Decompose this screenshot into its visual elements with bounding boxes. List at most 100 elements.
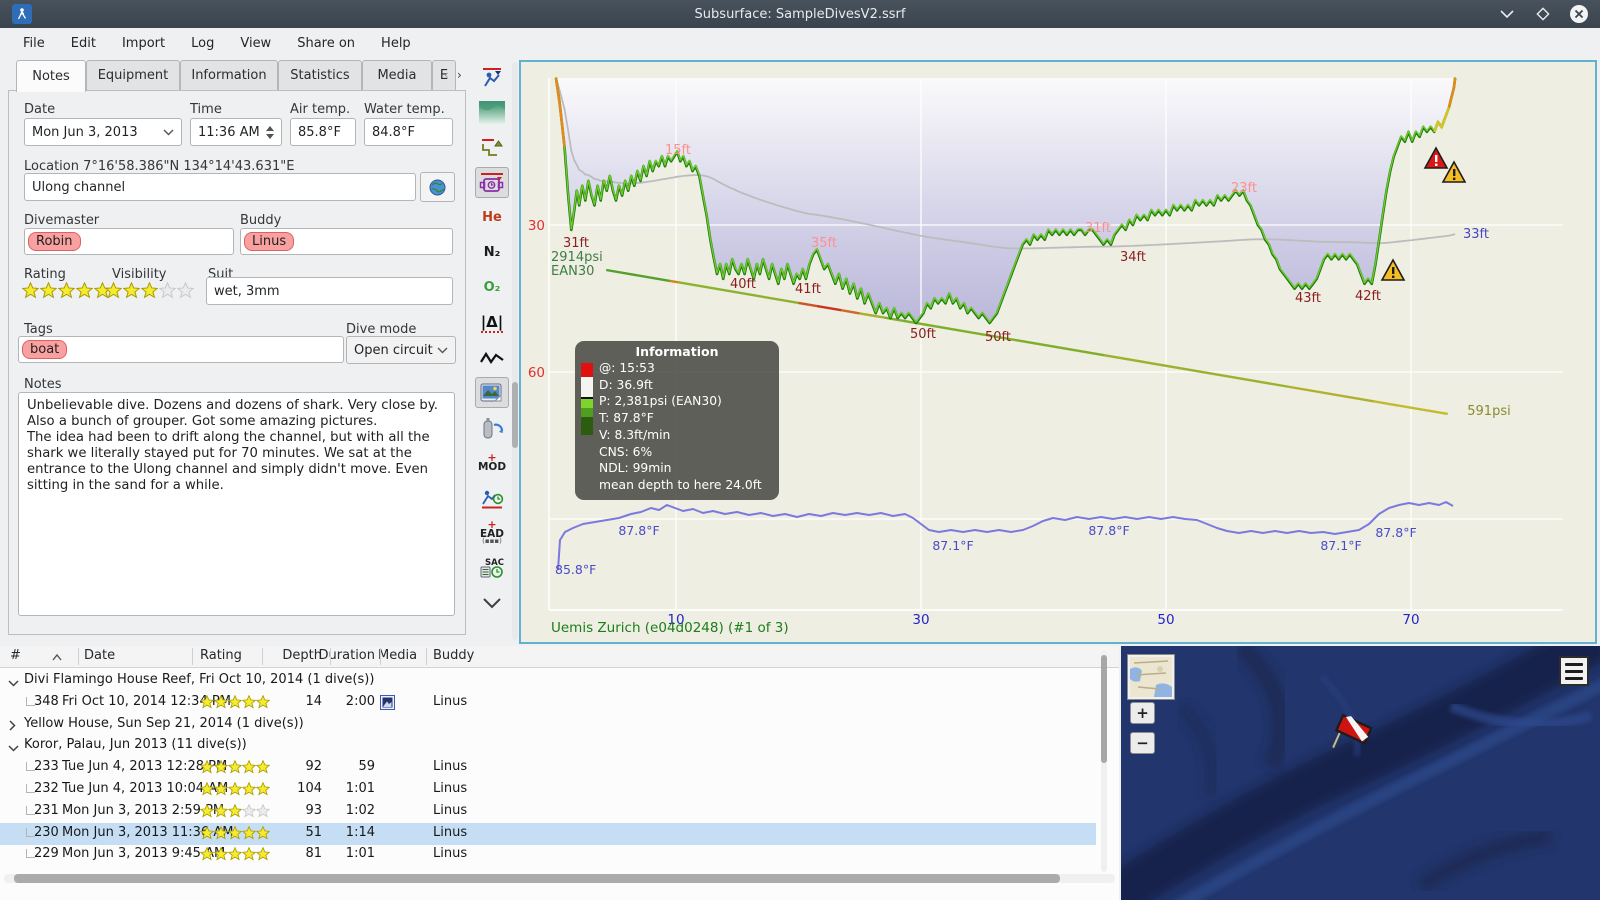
expand-icon[interactable] [8, 720, 16, 735]
minimap-toggle[interactable] [1127, 654, 1175, 700]
menu-view[interactable]: View [229, 32, 282, 55]
tab-media[interactable]: Media [362, 60, 432, 90]
dive-mode-select[interactable]: Open circuit [346, 336, 456, 364]
toolbar-mod-button[interactable]: + MOD [475, 447, 509, 478]
map-zoom-in-button[interactable]: + [1130, 702, 1155, 724]
buddy-input[interactable]: Linus [240, 228, 453, 255]
column-header-buddy[interactable]: Buddy [433, 648, 474, 663]
toolbar-scrollbar[interactable] [512, 62, 518, 640]
toolbar-sac-button[interactable]: SAC [475, 552, 509, 583]
divemaster-input[interactable]: Robin [24, 228, 234, 255]
column-separator[interactable] [262, 648, 263, 665]
column-header-depth[interactable]: Depth [282, 648, 322, 663]
dive-row[interactable]: 230 Mon Jun 3, 2013 11:36 AM 51 1:14 Linus [0, 822, 1096, 845]
menu-edit[interactable]: Edit [60, 32, 107, 55]
star-icon[interactable] [122, 281, 141, 303]
visibility-stars[interactable] [104, 281, 195, 303]
divemaster-tag[interactable]: Robin [28, 232, 81, 251]
suit-input[interactable]: wet, 3mm [206, 277, 453, 305]
toolbar-ead-button[interactable]: + EAD (▪▪▪) [475, 517, 509, 548]
dive-list-header[interactable]: # Date Rating Depth Duration Media Buddy [0, 646, 1119, 668]
minimize-button[interactable] [1496, 3, 1518, 25]
column-separator[interactable] [192, 648, 193, 665]
dive-row[interactable]: 231 Mon Jun 3, 2013 2:59 PM 93 1:02 Linus [0, 801, 1096, 823]
star-icon[interactable] [158, 281, 177, 303]
menu-import[interactable]: Import [111, 32, 176, 55]
toolbar-dc-ceiling-button[interactable] [475, 167, 509, 198]
star-icon[interactable] [39, 281, 58, 303]
toolbar-calculated-ceiling-button[interactable] [475, 132, 509, 163]
toolbar-scrollbar-thumb[interactable] [512, 382, 518, 448]
toolbar-pp-helium-button[interactable]: He [475, 202, 509, 233]
dive-row[interactable]: 229 Mon Jun 3, 2013 9:45 AM 81 1:01 Linus [0, 844, 1096, 866]
collapse-icon[interactable] [8, 741, 19, 756]
toolbar-pp-oxygen-button[interactable]: O₂ [475, 272, 509, 303]
buddy-tag[interactable]: Linus [244, 232, 295, 251]
column-header-duration[interactable]: Duration [319, 648, 375, 663]
dive-row[interactable]: 233 Tue Jun 4, 2013 12:28 PM 92 59 Linus [0, 757, 1096, 779]
location-input[interactable]: Ulong channel [24, 173, 416, 201]
collapse-icon[interactable] [8, 676, 19, 691]
star-icon[interactable] [140, 281, 159, 303]
tab-scroll-left[interactable]: ‹ [444, 68, 449, 82]
toolbar-shade-water-button[interactable] [475, 97, 509, 128]
notes-textarea[interactable]: Unbelievable dive. Dozens and dozens of … [18, 392, 455, 616]
star-icon[interactable] [176, 281, 195, 303]
trip-row[interactable]: Divi Flamingo House Reef, Fri Oct 10, 20… [0, 670, 1096, 692]
dive-row[interactable]: 348 Fri Oct 10, 2014 12:34 PM 14 2:00 Linus [0, 692, 1096, 714]
time-spinner[interactable]: 11:36 AM [190, 118, 282, 146]
date-combobox[interactable]: Mon Jun 3, 2013 [24, 118, 182, 146]
vertical-scrollbar-thumb[interactable] [1101, 655, 1107, 763]
column-separator[interactable] [78, 648, 79, 665]
tab-equipment[interactable]: Equipment [86, 60, 180, 90]
dive-site-flag-marker[interactable] [1326, 708, 1378, 764]
column-separator[interactable] [330, 648, 331, 665]
tab-notes[interactable]: Notes [16, 60, 86, 92]
toolbar-scroll-down-button[interactable] [475, 587, 509, 618]
menu-share-on[interactable]: Share on [286, 32, 366, 55]
toolbar-dive-events-button[interactable] [475, 62, 509, 93]
mod-icon: + MOD [477, 451, 507, 473]
toolbar-heart-rate-button[interactable] [475, 342, 509, 373]
star-icon[interactable] [104, 281, 123, 303]
column-header-rating[interactable]: Rating [200, 648, 242, 663]
map-menu-button[interactable] [1559, 656, 1589, 686]
horizontal-scrollbar-thumb[interactable] [14, 874, 1060, 883]
menu-log[interactable]: Log [180, 32, 225, 55]
tab-statistics[interactable]: Statistics [278, 60, 362, 90]
toolbar-ruler-button[interactable]: |Δ| [475, 307, 509, 338]
air-temp-field[interactable]: 85.8°F [290, 118, 356, 146]
toolbar-pp-nitrogen-button[interactable]: N₂ [475, 237, 509, 268]
dive-list-vertical-scrollbar[interactable] [1101, 650, 1107, 872]
column-header-media[interactable]: Media [378, 648, 417, 663]
star-icon[interactable] [21, 281, 40, 303]
toolbar-tank-bar-button[interactable] [475, 412, 509, 443]
map-zoom-out-button[interactable]: − [1130, 732, 1155, 754]
map-panel[interactable]: + − [1121, 646, 1600, 900]
menu-file[interactable]: File [12, 32, 56, 55]
tab-information[interactable]: Information [180, 60, 278, 90]
column-separator[interactable] [426, 648, 427, 665]
toolbar-ndl-tts-button[interactable] [475, 482, 509, 513]
column-separator[interactable] [380, 648, 381, 665]
water-temp-field[interactable]: 84.8°F [364, 118, 453, 146]
menu-help[interactable]: Help [370, 32, 422, 55]
spinner-arrows-icon[interactable] [266, 125, 274, 139]
toolbar-photos-button[interactable] [475, 377, 509, 408]
column-header-date[interactable]: Date [84, 648, 115, 663]
column-header-num[interactable]: # [10, 648, 21, 663]
tag-boat[interactable]: boat [22, 340, 68, 359]
trip-row[interactable]: Yellow House, Sun Sep 21, 2014 (1 dive(s… [0, 714, 1096, 736]
tags-input[interactable]: boat [18, 336, 344, 363]
star-icon[interactable] [75, 281, 94, 303]
tab-scroll-right[interactable]: › [457, 68, 462, 82]
maximize-button[interactable] [1532, 3, 1554, 25]
trip-row[interactable]: Koror, Palau, Jun 2013 (11 dive(s)) [0, 735, 1096, 757]
globe-button[interactable] [420, 172, 455, 202]
media-icon[interactable] [380, 694, 395, 714]
close-button[interactable] [1568, 3, 1590, 25]
rating-stars[interactable] [21, 281, 112, 303]
dive-list-horizontal-scrollbar[interactable] [4, 874, 1115, 883]
star-icon[interactable] [57, 281, 76, 303]
dive-row[interactable]: 232 Tue Jun 4, 2013 10:04 AM 104 1:01 Linus [0, 779, 1096, 801]
